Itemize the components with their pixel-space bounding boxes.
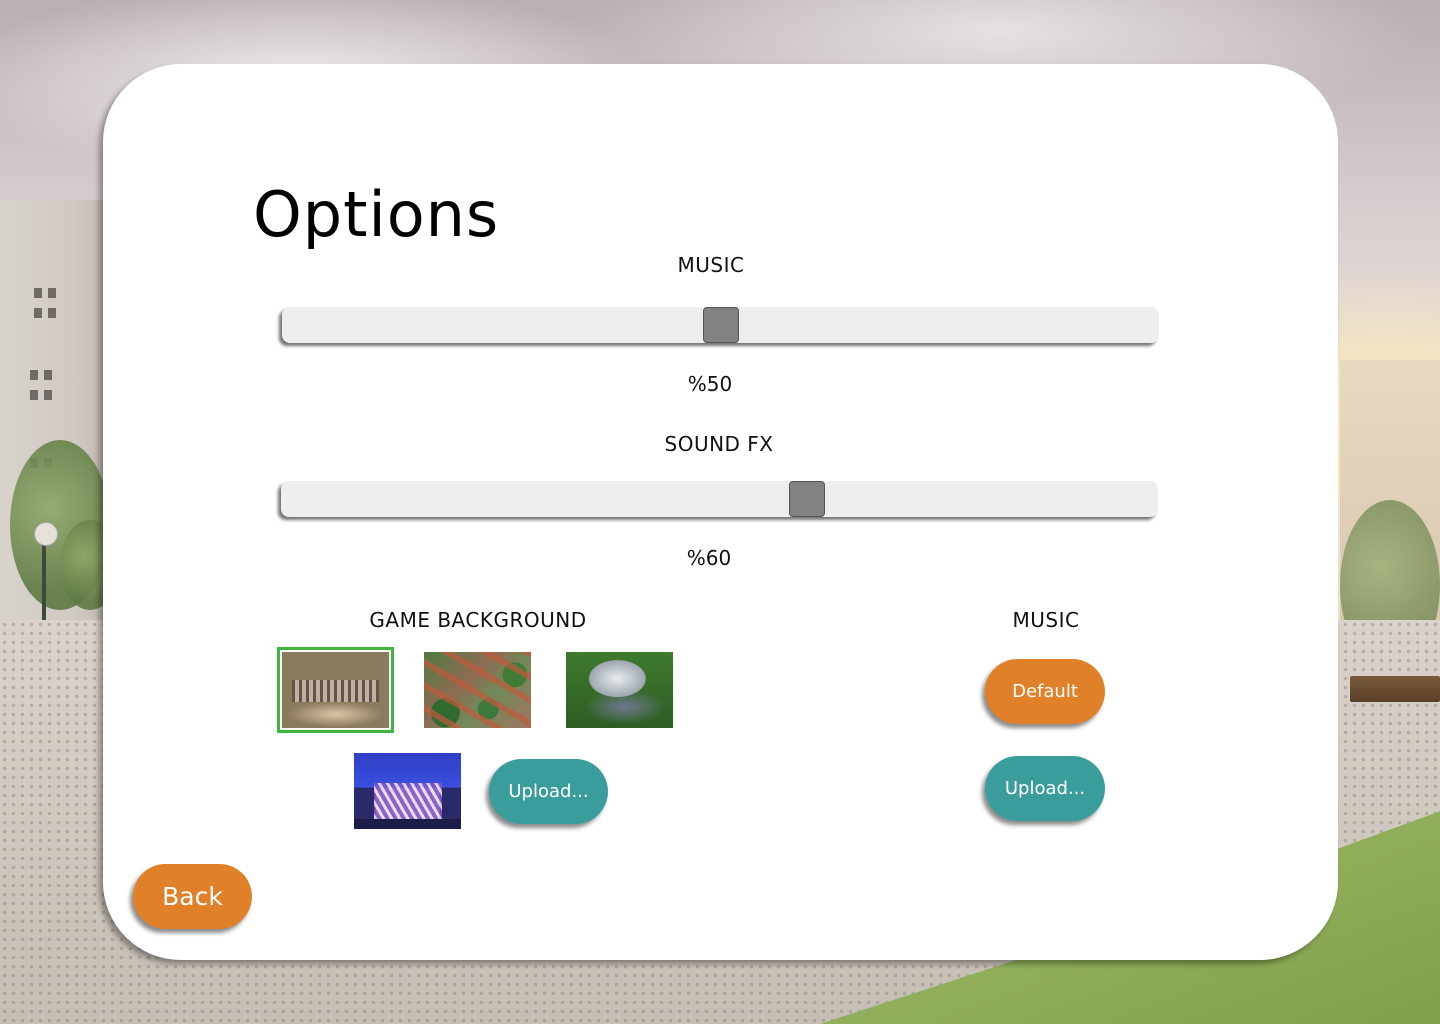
sound-fx-volume-value: %60 [686, 546, 732, 570]
bench [1350, 676, 1440, 702]
upload-background-button[interactable]: Upload... [489, 759, 608, 824]
music-track-label: MUSIC [1012, 608, 1080, 632]
page-title: Options [253, 178, 500, 251]
background-option-night-building[interactable] [354, 753, 461, 829]
music-volume-thumb[interactable] [703, 307, 739, 343]
sound-fx-volume-label: SOUND FX [664, 432, 774, 456]
upload-music-button[interactable]: Upload... [985, 756, 1105, 821]
sound-fx-volume-thumb[interactable] [789, 481, 825, 517]
default-music-button[interactable]: Default [985, 659, 1105, 724]
background-option-ceremonial-hall[interactable] [278, 648, 393, 732]
back-button[interactable]: Back [133, 864, 252, 929]
background-option-stadium-aerial[interactable] [566, 652, 673, 728]
background-option-campus-aerial[interactable] [424, 652, 531, 728]
music-volume-slider[interactable] [282, 307, 1159, 343]
game-background-label: GAME BACKGROUND [369, 608, 587, 632]
music-volume-value: %50 [687, 372, 733, 396]
sound-fx-volume-slider[interactable] [281, 481, 1158, 517]
music-volume-label: MUSIC [677, 253, 745, 277]
lamp-light [34, 522, 58, 546]
